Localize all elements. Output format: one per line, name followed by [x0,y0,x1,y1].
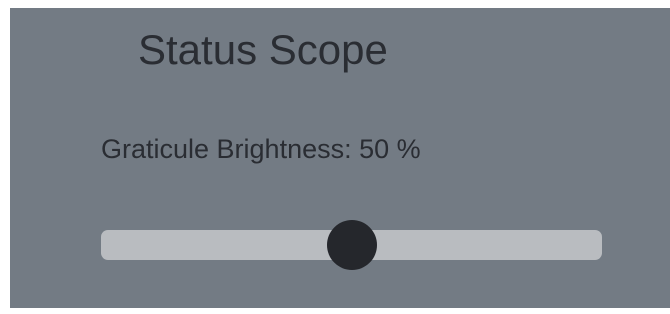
setting-value: 50 % [359,134,421,164]
brightness-label: Graticule Brightness: 50 % [101,134,421,165]
label-separator: : [344,134,360,164]
slider-thumb[interactable] [326,220,377,270]
status-scope-panel: Status Scope Graticule Brightness: 50 % [10,8,670,308]
brightness-slider[interactable] [101,220,602,270]
setting-name: Graticule Brightness [101,134,345,164]
panel-title: Status Scope [138,26,388,73]
